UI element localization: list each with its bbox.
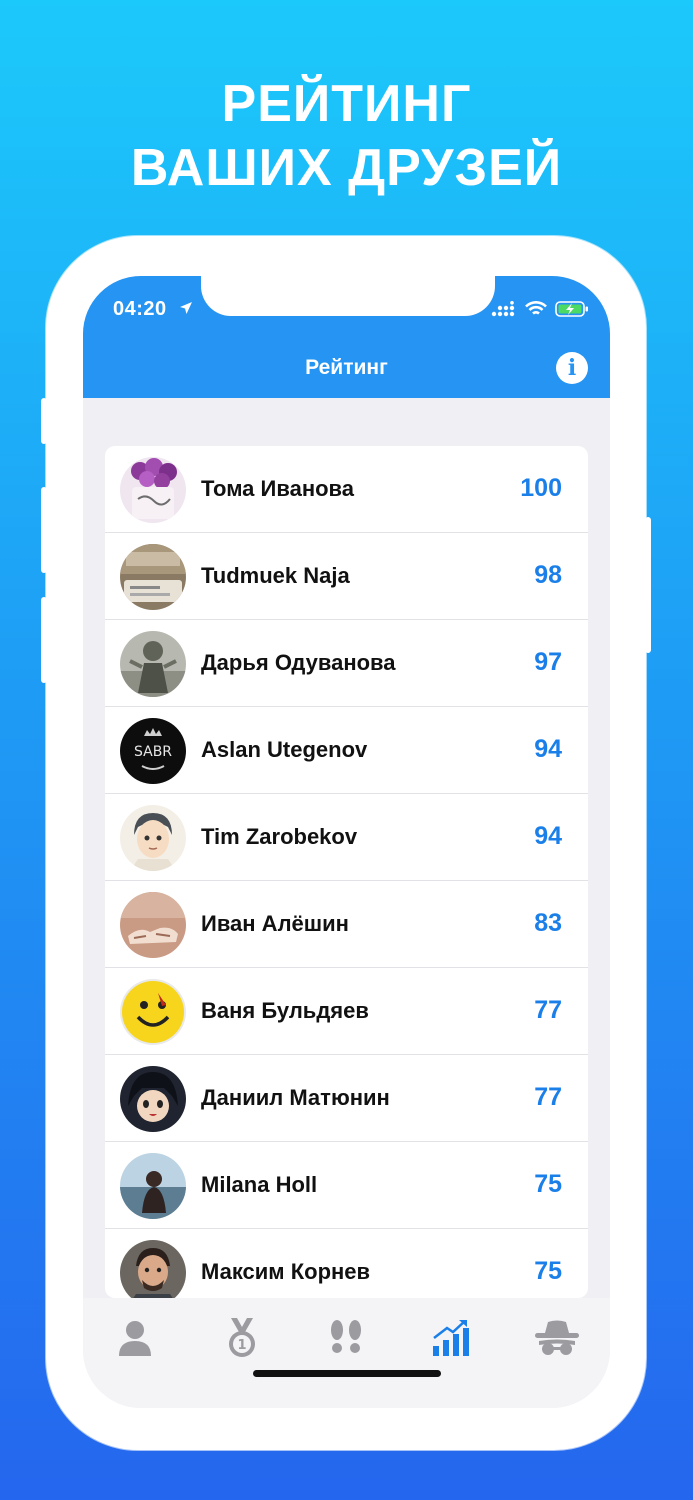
friend-score: 98 <box>534 561 562 589</box>
avatar <box>120 979 186 1045</box>
friend-score: 100 <box>520 474 562 502</box>
phone-notch <box>201 276 495 316</box>
friend-name: Максим Корнев <box>201 1259 371 1284</box>
avatar <box>120 1066 186 1132</box>
promo-title-line1: РЕЙТИНГ <box>221 75 472 133</box>
friend-name: Tim Zarobekov <box>201 824 358 849</box>
friend-name: Tudmuek Naja <box>201 563 350 588</box>
svg-text:1: 1 <box>237 1338 246 1353</box>
wifi-icon <box>525 301 547 315</box>
avatar <box>120 805 186 871</box>
promo-title-line2: ВАШИХ ДРУЗЕЙ <box>130 139 563 197</box>
rating-row[interactable]: Tim Zarobekov 94 <box>105 794 588 881</box>
app-screen: 04:20 Рейтинг i Тома Иванова 100 Tudmuek… <box>83 276 610 1408</box>
avatar <box>120 631 186 697</box>
nav-title: Рейтинг <box>305 356 388 379</box>
rating-row[interactable]: Tudmuek Naja 98 <box>105 533 588 620</box>
friend-name: Milana Holl <box>201 1172 318 1197</box>
friend-name: Даниил Матюнин <box>201 1085 390 1110</box>
rating-row[interactable]: SABR Aslan Utegenov 94 <box>105 707 588 794</box>
rating-list: Тома Иванова 100 Tudmuek Naja 98 Дарья О… <box>105 446 588 1298</box>
rating-row[interactable]: Максим Корнев 75 <box>105 1229 588 1298</box>
medal-icon: 1 <box>229 1318 255 1357</box>
friend-score: 94 <box>534 822 562 850</box>
battery-charging-icon <box>555 301 588 317</box>
status-time: 04:20 <box>113 298 167 320</box>
friend-name: Дарья Одуванова <box>201 650 396 675</box>
info-button[interactable]: i <box>556 352 588 384</box>
friend-score: 75 <box>534 1257 562 1285</box>
friend-score: 94 <box>534 735 562 763</box>
incognito-icon <box>535 1320 579 1355</box>
svg-text:SABR: SABR <box>134 744 172 760</box>
cellular-signal-icon <box>491 301 515 317</box>
tab-medal[interactable]: 1 <box>212 1308 272 1368</box>
person-icon <box>119 1321 151 1356</box>
tab-profile[interactable] <box>105 1308 165 1368</box>
footprints-icon <box>331 1320 361 1353</box>
friend-name: Aslan Utegenov <box>201 737 368 762</box>
rating-row[interactable]: Ваня Бульдяев 77 <box>105 968 588 1055</box>
home-indicator <box>253 1370 441 1377</box>
avatar <box>120 892 186 958</box>
tab-rating[interactable] <box>421 1308 481 1368</box>
tab-bar: 1 <box>83 1298 610 1408</box>
friend-score: 77 <box>534 1083 562 1111</box>
avatar: SABR <box>120 718 186 784</box>
avatar <box>120 1153 186 1219</box>
status-indicators <box>491 300 589 318</box>
friend-score: 97 <box>534 648 562 676</box>
friend-score: 75 <box>534 1170 562 1198</box>
avatar <box>120 457 186 523</box>
avatar <box>120 544 186 610</box>
rating-row[interactable]: Даниил Матюнин 77 <box>105 1055 588 1142</box>
rating-row[interactable]: Дарья Одуванова 97 <box>105 620 588 707</box>
rating-chart-icon <box>433 1320 469 1356</box>
tab-incognito[interactable] <box>527 1308 587 1368</box>
avatar <box>120 1240 186 1298</box>
tab-footprints[interactable] <box>316 1308 376 1368</box>
rating-row[interactable]: Milana Holl 75 <box>105 1142 588 1229</box>
rating-row[interactable]: Иван Алёшин 83 <box>105 881 588 968</box>
friend-score: 77 <box>534 996 562 1024</box>
friend-name: Ваня Бульдяев <box>201 998 369 1023</box>
rating-row[interactable]: Тома Иванова 100 <box>105 446 588 533</box>
friend-score: 83 <box>534 909 562 937</box>
nav-header: 04:20 Рейтинг i <box>83 276 610 398</box>
location-arrow-icon <box>180 302 192 314</box>
friend-name: Тома Иванова <box>201 476 355 501</box>
friend-name: Иван Алёшин <box>201 911 349 936</box>
